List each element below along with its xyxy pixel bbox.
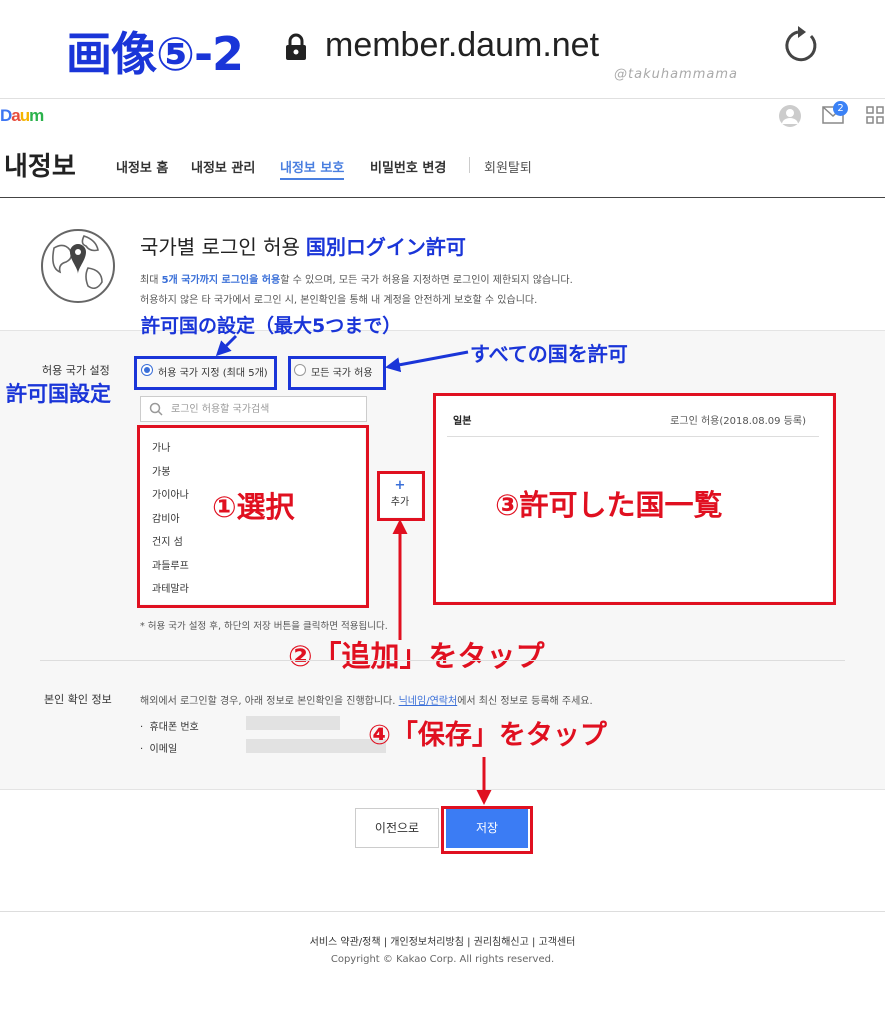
- phone-label-text: 휴대폰 번호: [149, 722, 199, 733]
- reload-icon[interactable]: [778, 24, 822, 68]
- tab-protect[interactable]: 내정보 보호: [280, 157, 345, 180]
- user-icon[interactable]: [778, 104, 802, 128]
- phone-value-redacted: [246, 716, 340, 730]
- annotation-allow-setting: 許可国設定: [6, 382, 111, 406]
- email-label-text: 이메일: [149, 744, 178, 755]
- nav-separator: [469, 157, 470, 173]
- divider: [0, 911, 885, 912]
- radio-specific-label[interactable]: 허용 국가 지정 (최대 5개): [158, 364, 268, 379]
- country-search-box[interactable]: [140, 396, 367, 422]
- nickname-contact-link[interactable]: 닉네임/연락처: [399, 696, 458, 707]
- copyright: Copyright © Kakao Corp. All rights reser…: [330, 954, 555, 965]
- page-title: 내정보: [4, 152, 76, 182]
- annotation-select: ①選択: [212, 490, 295, 524]
- annotation-specific-countries: 許可国の設定（最大5つまで）: [141, 315, 402, 337]
- annotation-save: ④「保存」をタップ: [368, 720, 607, 751]
- url-bar[interactable]: member.daum.net: [325, 26, 599, 65]
- tab-password[interactable]: 비밀번호 변경: [370, 157, 446, 176]
- desc-text: 해외에서 로그인할 경우, 아래 정보로 본인확인을 진행합니다.: [140, 696, 399, 707]
- annotation-box: [377, 471, 425, 521]
- prev-button[interactable]: 이전으로: [355, 808, 439, 848]
- footer-links[interactable]: 서비스 약관/정책 | 개인정보처리방침 | 권리침해신고 | 고객센터: [0, 933, 885, 948]
- desc-text: 할 수 있으며, 모든 국가 허용을 지정하면 로그인이 제한되지 않습니다.: [280, 275, 573, 286]
- desc-highlight: 5개 국가까지 로그인을 허용: [161, 275, 281, 286]
- annotation-add: ②「追加」をタップ: [288, 639, 545, 673]
- divider: [0, 98, 885, 99]
- tab-withdraw[interactable]: 회원탈퇴: [484, 157, 532, 176]
- radio-specific[interactable]: [141, 364, 153, 376]
- country-search-input[interactable]: [171, 400, 351, 418]
- phone-label: · 휴대폰 번호: [140, 722, 199, 733]
- radio-all-label[interactable]: 모든 국가 허용: [311, 364, 373, 379]
- tab-manage[interactable]: 내정보 관리: [191, 157, 255, 176]
- section-title: 국가별 로그인 허용 国別ログイン許可: [140, 231, 466, 260]
- section-title-ko: 국가별 로그인 허용: [140, 235, 300, 259]
- image-label: 画像⑤-2: [66, 27, 244, 81]
- search-icon: [149, 402, 163, 416]
- identity-label: 본인 확인 정보: [44, 693, 112, 706]
- tab-home[interactable]: 내정보 홈: [116, 157, 168, 176]
- annotation-all-countries: すべての国を許可: [470, 342, 628, 366]
- mail-count-badge: 2: [833, 101, 848, 116]
- section-description-1: 최대 5개 국가까지 로그인을 허용할 수 있으며, 모든 국가 허용을 지정하…: [140, 271, 573, 286]
- allow-country-label: 허용 국가 설정: [42, 364, 110, 377]
- section-description-2: 허용하지 않은 타 국가에서 로그인 시, 본인확인을 통해 내 계정을 안전하…: [140, 295, 538, 306]
- section-title-jp: 国別ログイン許可: [305, 235, 466, 259]
- globe-icon: [41, 229, 115, 303]
- watermark: @takuhammama: [614, 67, 738, 82]
- header-divider: [0, 197, 885, 198]
- daum-logo[interactable]: Daum: [0, 106, 44, 126]
- email-label: · 이메일: [140, 744, 178, 755]
- apps-grid-icon[interactable]: [866, 106, 884, 124]
- email-value-redacted: [246, 739, 386, 753]
- annotation-allowed-list: ③許可した国一覧: [495, 488, 723, 522]
- footnote: * 허용 국가 설정 후, 하단의 저장 버튼을 클릭하면 적용됩니다.: [140, 621, 388, 632]
- identity-description: 해외에서 로그인할 경우, 아래 정보로 본인확인을 진행합니다. 닉네임/연락…: [140, 692, 593, 707]
- radio-all[interactable]: [294, 364, 306, 376]
- lock-icon: [286, 33, 306, 60]
- desc-text: 에서 최신 정보로 등록해 주세요.: [457, 696, 593, 707]
- desc-text: 최대: [140, 275, 162, 286]
- divider: [40, 660, 845, 661]
- annotation-box: [441, 806, 533, 854]
